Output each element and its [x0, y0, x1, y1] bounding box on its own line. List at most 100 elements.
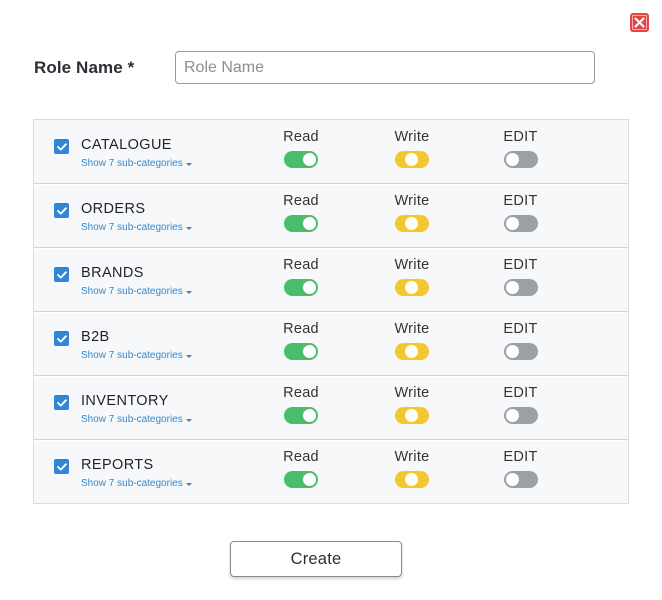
category-name: CATALOGUE	[81, 137, 172, 153]
permission-row-catalogue: CATALOGUE Show 7 sub-categories Read Wri…	[34, 120, 628, 183]
category-checkbox[interactable]	[54, 203, 69, 218]
read-toggle[interactable]	[284, 215, 318, 232]
category-checkbox[interactable]	[54, 267, 69, 282]
edit-toggle[interactable]	[503, 471, 538, 488]
read-column: Read	[282, 129, 320, 168]
read-label: Read	[283, 193, 319, 209]
caret-down-icon	[185, 418, 192, 422]
read-column: Read	[282, 385, 320, 424]
write-column: Write	[391, 449, 433, 488]
read-toggle[interactable]	[284, 279, 318, 296]
create-button[interactable]: Create	[230, 541, 402, 577]
checkmark-icon	[56, 398, 67, 407]
write-column: Write	[391, 385, 433, 424]
write-toggle[interactable]	[395, 215, 429, 232]
edit-column: EDIT	[502, 257, 539, 296]
write-label: Write	[394, 449, 430, 465]
category-name: REPORTS	[81, 457, 154, 473]
write-column: Write	[391, 257, 433, 296]
role-name-input[interactable]	[175, 51, 595, 84]
edit-toggle[interactable]	[503, 151, 538, 168]
category-checkbox[interactable]	[54, 139, 69, 154]
category-name: ORDERS	[81, 201, 146, 217]
write-toggle[interactable]	[395, 279, 429, 296]
read-label: Read	[283, 129, 319, 145]
category-name: B2B	[81, 329, 110, 345]
read-label: Read	[283, 257, 319, 273]
permission-row-inventory: INVENTORY Show 7 sub-categories Read Wri…	[34, 375, 628, 439]
show-subcategories-text: Show 7 sub-categories	[81, 222, 183, 233]
edit-label: EDIT	[503, 193, 538, 209]
read-column: Read	[282, 257, 320, 296]
write-column: Write	[391, 321, 433, 360]
show-subcategories-text: Show 7 sub-categories	[81, 350, 183, 361]
show-subcategories-link[interactable]: Show 7 sub-categories	[81, 158, 192, 169]
checkmark-icon	[56, 270, 67, 279]
checkmark-icon	[56, 334, 67, 343]
category-checkbox[interactable]	[54, 459, 69, 474]
permission-row-orders: ORDERS Show 7 sub-categories Read Write …	[34, 183, 628, 247]
caret-down-icon	[185, 354, 192, 358]
role-name-row: Role Name *	[34, 51, 595, 84]
category-name: BRANDS	[81, 265, 144, 281]
caret-down-icon	[185, 482, 192, 486]
edit-toggle[interactable]	[503, 343, 538, 360]
write-toggle[interactable]	[395, 471, 429, 488]
edit-column: EDIT	[502, 321, 539, 360]
write-label: Write	[394, 321, 430, 337]
create-role-dialog: Role Name * CATALOGUE Show 7 sub-categor…	[0, 0, 662, 600]
caret-down-icon	[185, 290, 192, 294]
category-checkbox[interactable]	[54, 395, 69, 410]
read-column: Read	[282, 193, 320, 232]
permission-row-reports: REPORTS Show 7 sub-categories Read Write…	[34, 439, 628, 503]
read-toggle[interactable]	[284, 151, 318, 168]
write-label: Write	[394, 257, 430, 273]
write-toggle[interactable]	[395, 407, 429, 424]
edit-label: EDIT	[503, 321, 538, 337]
edit-toggle[interactable]	[503, 279, 538, 296]
write-toggle[interactable]	[395, 151, 429, 168]
read-label: Read	[283, 449, 319, 465]
category-name: INVENTORY	[81, 393, 169, 409]
role-name-label: Role Name *	[34, 57, 135, 77]
read-toggle[interactable]	[284, 407, 318, 424]
read-column: Read	[282, 449, 320, 488]
read-toggle[interactable]	[284, 471, 318, 488]
show-subcategories-link[interactable]: Show 7 sub-categories	[81, 414, 192, 425]
edit-label: EDIT	[503, 257, 538, 273]
edit-toggle[interactable]	[503, 407, 538, 424]
edit-toggle[interactable]	[503, 215, 538, 232]
show-subcategories-link[interactable]: Show 7 sub-categories	[81, 222, 192, 233]
read-toggle[interactable]	[284, 343, 318, 360]
write-label: Write	[394, 193, 430, 209]
show-subcategories-link[interactable]: Show 7 sub-categories	[81, 478, 192, 489]
show-subcategories-text: Show 7 sub-categories	[81, 414, 183, 425]
show-subcategories-link[interactable]: Show 7 sub-categories	[81, 286, 192, 297]
write-column: Write	[391, 193, 433, 232]
edit-column: EDIT	[502, 449, 539, 488]
edit-column: EDIT	[502, 193, 539, 232]
write-column: Write	[391, 129, 433, 168]
caret-down-icon	[185, 162, 192, 166]
close-x-icon	[634, 17, 645, 28]
edit-label: EDIT	[503, 449, 538, 465]
show-subcategories-link[interactable]: Show 7 sub-categories	[81, 350, 192, 361]
permission-row-b2b: B2B Show 7 sub-categories Read Write EDI…	[34, 311, 628, 375]
read-label: Read	[283, 385, 319, 401]
checkmark-icon	[56, 142, 67, 151]
category-checkbox[interactable]	[54, 331, 69, 346]
show-subcategories-text: Show 7 sub-categories	[81, 158, 183, 169]
edit-label: EDIT	[503, 129, 538, 145]
read-label: Read	[283, 321, 319, 337]
write-toggle[interactable]	[395, 343, 429, 360]
write-label: Write	[394, 129, 430, 145]
caret-down-icon	[185, 226, 192, 230]
checkmark-icon	[56, 206, 67, 215]
permission-row-brands: BRANDS Show 7 sub-categories Read Write …	[34, 247, 628, 311]
write-label: Write	[394, 385, 430, 401]
checkmark-icon	[56, 462, 67, 471]
close-button[interactable]	[630, 13, 649, 32]
edit-column: EDIT	[502, 385, 539, 424]
edit-column: EDIT	[502, 129, 539, 168]
edit-label: EDIT	[503, 385, 538, 401]
